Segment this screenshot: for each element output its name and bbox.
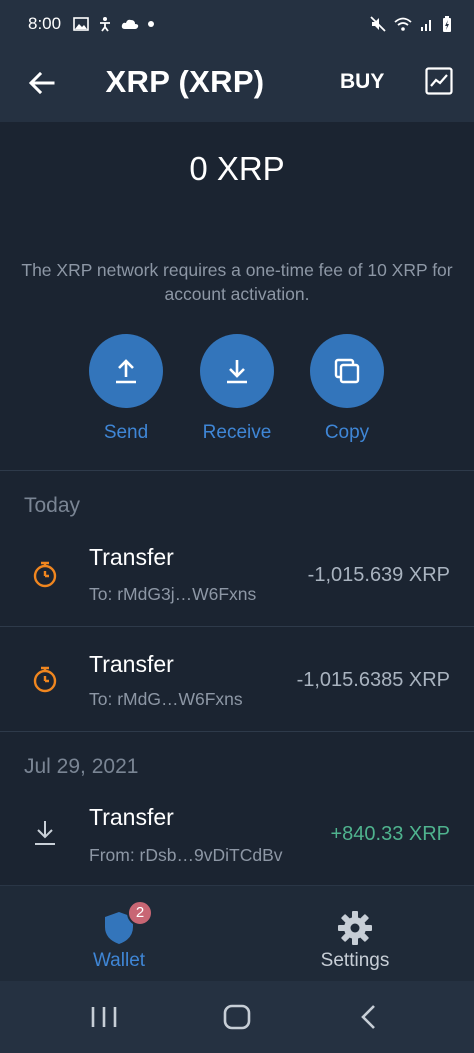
mute-icon — [370, 16, 386, 32]
balance-amount: 0 XRP — [189, 150, 285, 187]
system-navigation-bar — [0, 981, 474, 1053]
page-title: XRP (XRP) — [105, 64, 265, 99]
transaction-amount: -1,015.6385 XRP — [296, 669, 450, 691]
copy-label: Copy — [324, 422, 370, 443]
pending-timer-icon — [33, 561, 57, 588]
action-buttons: Send Receive Copy — [0, 334, 474, 454]
transaction-title: Transfer — [89, 804, 174, 830]
gallery-icon — [73, 16, 89, 32]
upload-icon — [116, 359, 136, 384]
section-header-today: Today — [24, 494, 81, 517]
status-bar: 8:00 — [0, 0, 474, 48]
divider — [0, 731, 474, 732]
status-time: 8:00 — [28, 14, 62, 33]
gear-icon — [338, 911, 372, 945]
download-icon — [227, 360, 247, 384]
copy-button[interactable]: Copy — [302, 334, 392, 444]
receive-button[interactable]: Receive — [192, 334, 282, 444]
pending-timer-icon — [33, 666, 57, 693]
notification-dot-icon — [147, 20, 155, 28]
recent-apps-icon — [91, 1007, 117, 1027]
copy-icon — [334, 358, 360, 384]
recent-apps-button[interactable] — [84, 999, 124, 1035]
accessibility-icon — [97, 16, 113, 32]
transaction-title: Transfer — [89, 651, 174, 677]
divider — [0, 470, 474, 471]
home-button[interactable] — [217, 999, 257, 1035]
signal-icon — [420, 17, 434, 31]
chart-icon — [425, 67, 453, 95]
buy-button[interactable]: BUY — [340, 70, 384, 94]
receive-label: Receive — [202, 422, 272, 443]
chevron-left-icon — [361, 1005, 375, 1029]
transaction-address: From: rDsb…9vDiTCdBv — [89, 845, 283, 865]
send-label: Send — [103, 422, 149, 443]
transaction-address: To: rMdG…W6Fxns — [89, 689, 243, 709]
section-header-date: Jul 29, 2021 — [24, 755, 139, 778]
battery-charging-icon — [442, 15, 452, 33]
home-icon — [223, 1004, 251, 1030]
transaction-amount: -1,015.639 XRP — [307, 564, 450, 586]
transaction-address: To: rMdG3j…W6Fxns — [89, 584, 257, 604]
send-button[interactable]: Send — [81, 334, 171, 444]
tab-settings-label: Settings — [320, 950, 390, 971]
transaction-amount: +840.33 XRP — [330, 823, 450, 845]
app-bar: XRP (XRP) BUY — [0, 48, 474, 122]
notification-badge: 2 — [127, 900, 153, 926]
tab-wallet-label: Wallet — [92, 950, 146, 971]
transaction-row[interactable]: Transfer From: rDsb…9vDiTCdBv +840.33 XR… — [0, 782, 474, 886]
bottom-navigation: 2 Wallet Settings — [0, 885, 474, 981]
price-chart-button[interactable] — [425, 67, 453, 95]
received-icon — [35, 821, 55, 845]
wifi-icon — [394, 17, 412, 31]
cloud-icon — [121, 17, 139, 31]
transaction-row[interactable]: Transfer To: rMdG3j…W6Fxns -1,015.639 XR… — [0, 522, 474, 626]
activation-notice: The XRP network requires a one-time fee … — [21, 260, 453, 304]
transaction-title: Transfer — [89, 544, 174, 570]
tab-wallet[interactable]: 2 Wallet — [49, 886, 189, 982]
transaction-row[interactable]: Transfer To: rMdG…W6Fxns -1,015.6385 XRP — [0, 627, 474, 731]
tab-settings[interactable]: Settings — [285, 886, 425, 982]
system-back-button[interactable] — [350, 999, 390, 1035]
